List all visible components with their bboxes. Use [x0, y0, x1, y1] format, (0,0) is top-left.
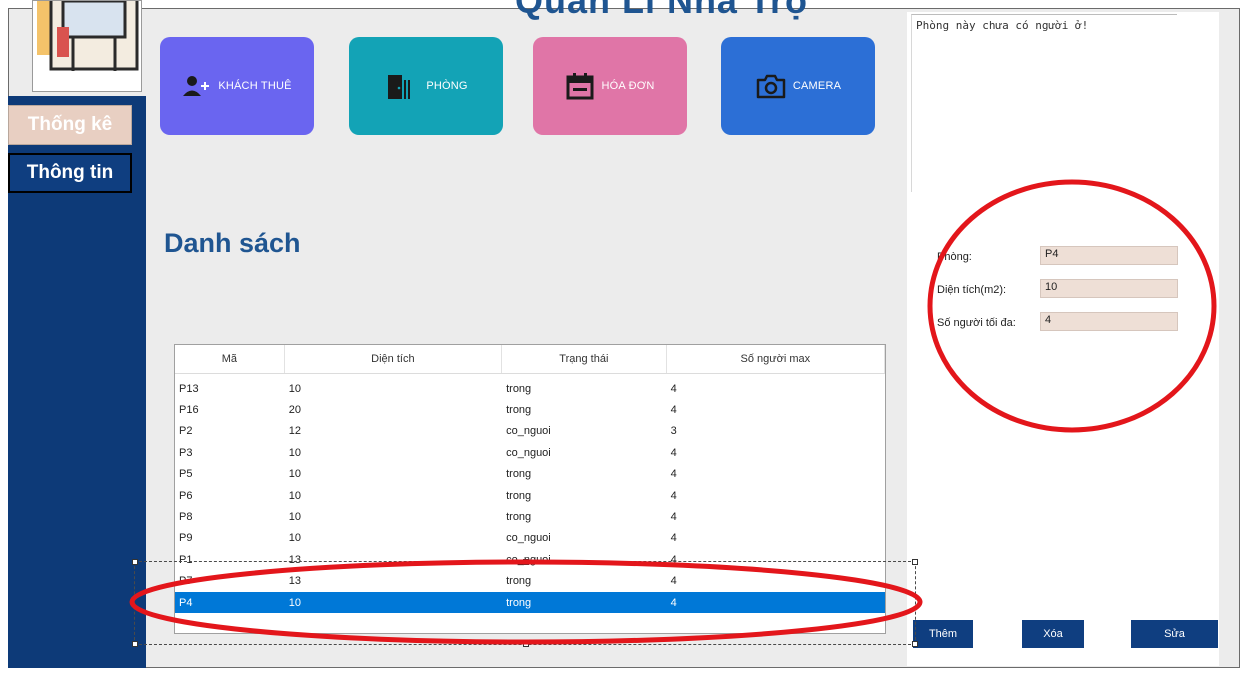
table-cell: trong — [506, 596, 532, 609]
max-people-label: Số người tối đa: — [937, 317, 1016, 329]
table-cell: 4 — [670, 489, 677, 502]
table-cell: 4 — [670, 596, 677, 609]
table-cell: 4 — [670, 532, 677, 545]
table-cell: 20 — [288, 404, 301, 417]
column-header-so-nguoi-max[interactable]: Số người max — [667, 345, 885, 373]
column-header-trang-thai[interactable]: Trạng thái — [502, 345, 667, 373]
camera-tile-button[interactable]: CAMERA — [721, 37, 875, 135]
table-row[interactable]: P7 13 trong 4 — [175, 571, 885, 592]
table-cell: P1 — [179, 553, 193, 566]
table-cell: P4 — [179, 596, 193, 609]
table-cell: 10 — [288, 446, 301, 459]
table-cell: trong — [506, 404, 532, 417]
table-cell: 10 — [288, 489, 301, 502]
table-row[interactable]: P6 10 trong 4 — [175, 485, 885, 506]
camera-tile-label: CAMERA — [792, 80, 842, 92]
table-cell: trong — [506, 575, 532, 588]
table-cell: P3 — [179, 446, 193, 459]
delete-button[interactable]: Xóa — [1022, 620, 1084, 648]
area-label: Diện tích(m2): — [937, 284, 1007, 296]
table-cell: 4 — [670, 382, 677, 395]
table-row[interactable]: P9 10 co_nguoi 4 — [175, 528, 885, 549]
table-row[interactable]: P3 10 co_nguoi 4 — [175, 442, 885, 463]
add-button[interactable]: Thêm — [913, 620, 973, 648]
tenant-tile-label: KHÁCH THUÊ — [218, 80, 292, 92]
table-cell: 4 — [670, 575, 677, 588]
app-title: Quản Lí Nhà Trọ — [515, 0, 809, 21]
table-cell: co_nguoi — [506, 532, 551, 545]
invoice-tile-label: HÓA ĐƠN — [601, 80, 655, 92]
table-cell: co_nguoi — [506, 553, 551, 566]
table-cell: P2 — [179, 425, 193, 438]
table-cell: 10 — [288, 382, 301, 395]
table-cell: trong — [506, 382, 532, 395]
table-cell: 4 — [670, 468, 677, 481]
tenant-tile-button[interactable]: KHÁCH THUÊ — [160, 37, 314, 135]
table-cell: 4 — [670, 404, 677, 417]
invoice-tile-button[interactable]: HÓA ĐƠN — [533, 37, 687, 135]
table-cell: 10 — [288, 532, 301, 545]
table-row[interactable]: P16 20 trong 4 — [175, 399, 885, 420]
table-cell: trong — [506, 489, 532, 502]
building-logo-icon — [37, 1, 139, 71]
table-row[interactable]: P2 12 co_nguoi 3 — [175, 421, 885, 442]
table-cell: trong — [506, 511, 532, 524]
table-cell: co_nguoi — [506, 446, 551, 459]
column-header-dien-tich[interactable]: Diện tích — [285, 345, 503, 373]
room-tile-button[interactable]: PHÒNG — [349, 37, 503, 135]
table-row[interactable]: P4 10 trong 4 — [175, 591, 885, 614]
table-row[interactable]: P13 10 trong 4 — [175, 378, 885, 399]
table-cell: P6 — [179, 489, 193, 502]
table-cell: 3 — [670, 425, 677, 438]
column-header-ma[interactable]: Mã — [175, 345, 285, 373]
table-cell: 12 — [288, 425, 301, 438]
table-cell: co_nguoi — [506, 425, 551, 438]
table-cell: P8 — [179, 511, 193, 524]
table-cell: 13 — [288, 575, 301, 588]
door-icon — [388, 75, 411, 99]
table-row[interactable]: P1 13 co_nguoi 4 — [175, 549, 885, 570]
table-cell: 10 — [288, 511, 301, 524]
table-cell: 4 — [670, 446, 677, 459]
app-logo — [32, 0, 142, 92]
sidebar-item-thong-ke[interactable]: Thống kê — [8, 105, 132, 145]
table-cell: 10 — [288, 596, 301, 609]
table-cell: trong — [506, 468, 532, 481]
table-cell: 13 — [288, 553, 301, 566]
room-table[interactable]: Mã Diện tích Trạng thái Số người max P13… — [174, 344, 886, 634]
table-row[interactable]: P5 10 trong 4 — [175, 464, 885, 485]
sidebar-item-thong-tin[interactable]: Thông tin — [8, 153, 132, 193]
table-cell: 10 — [288, 468, 301, 481]
table-cell: 4 — [670, 511, 677, 524]
table-cell: 4 — [670, 553, 677, 566]
calendar-icon — [566, 73, 594, 100]
table-cell: P13 — [179, 382, 199, 395]
room-field[interactable]: P4 — [1040, 246, 1178, 265]
room-tile-label: PHÒNG — [426, 80, 468, 92]
table-cell: P7 — [179, 575, 193, 588]
table-body: P13 10 trong 4 P16 20 trong 4 P2 12 co_nguoi 3 P3 10 c… — [175, 374, 885, 614]
area-field[interactable]: 10 — [1040, 279, 1178, 298]
camera-icon — [756, 74, 786, 99]
max-people-field[interactable]: 4 — [1040, 312, 1178, 331]
edit-button[interactable]: Sửa — [1131, 620, 1218, 648]
table-row[interactable]: P8 10 trong 4 — [175, 506, 885, 527]
room-label: Phòng: — [937, 251, 972, 263]
status-note-textarea[interactable] — [911, 14, 1177, 192]
table-cell: P16 — [179, 404, 199, 417]
add-user-icon — [183, 76, 210, 96]
table-header: Mã Diện tích Trạng thái Số người max — [175, 345, 885, 374]
list-title: Danh sách — [164, 228, 301, 258]
table-cell: P5 — [179, 468, 193, 481]
table-cell: P9 — [179, 532, 193, 545]
